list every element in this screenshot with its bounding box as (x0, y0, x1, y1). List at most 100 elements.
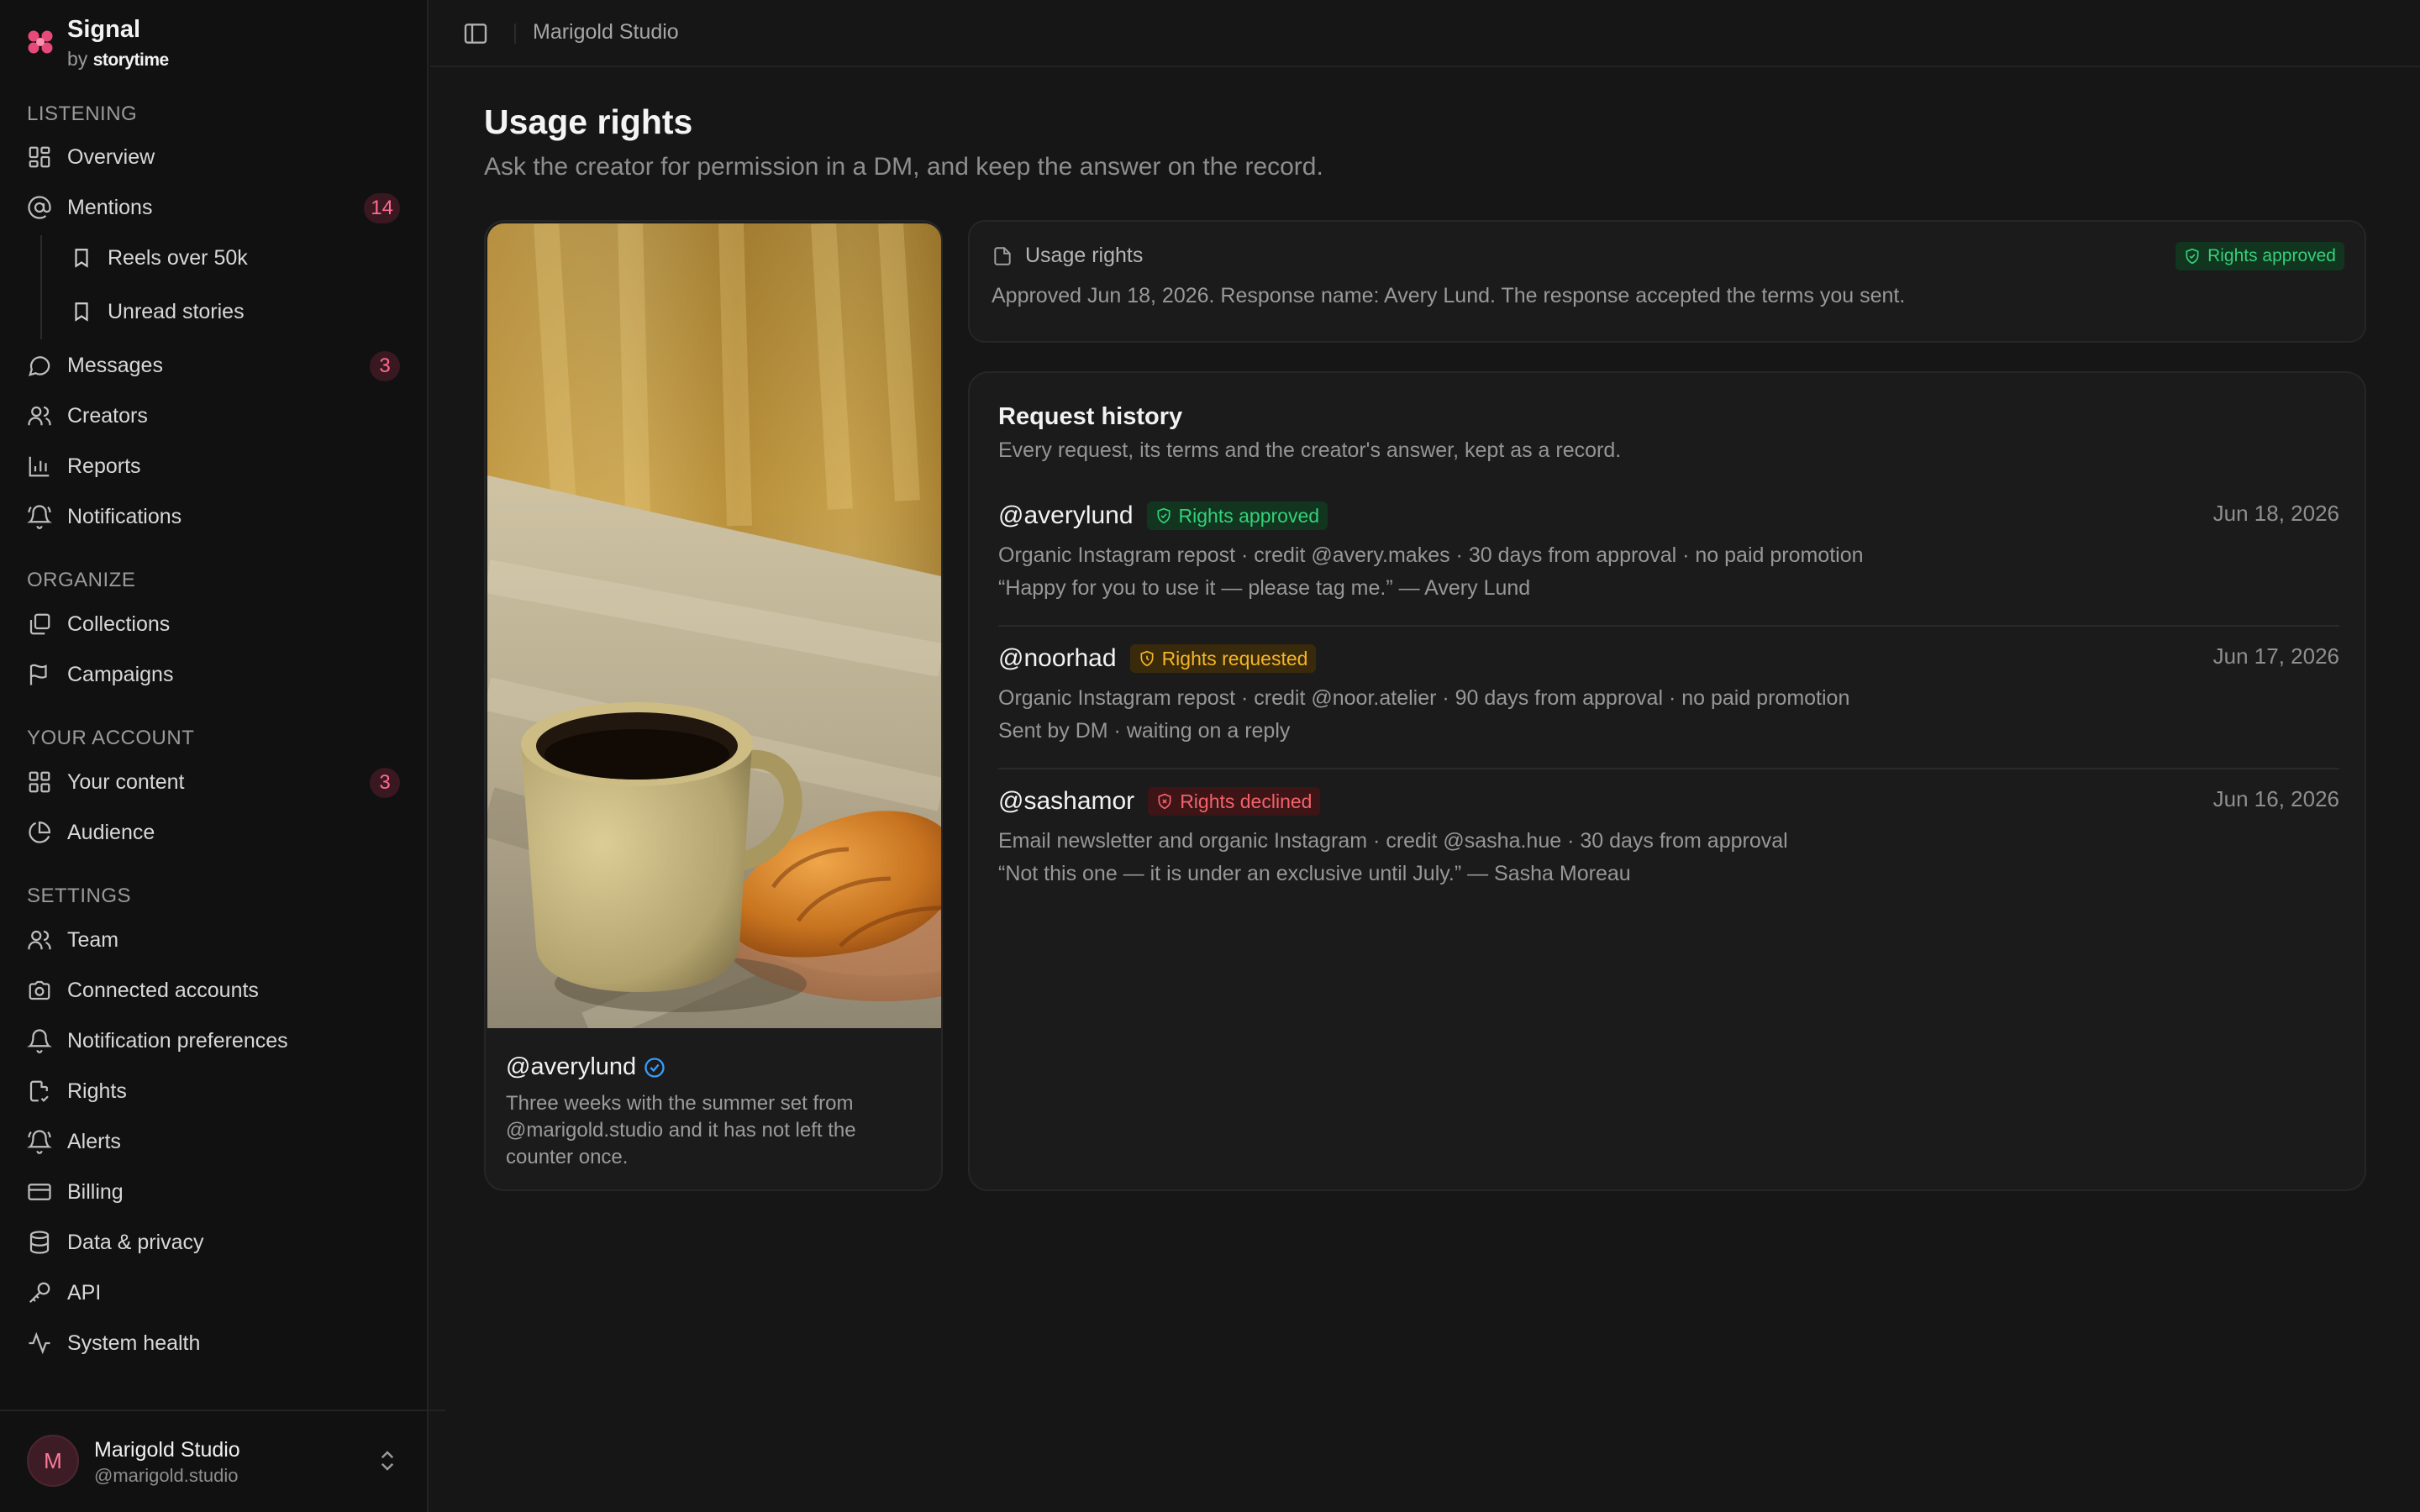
brand-title: Signal (67, 16, 141, 43)
request-terms: Email newsletter and organic Instagram ·… (998, 829, 1788, 853)
sidebar-item-api[interactable]: API (10, 1270, 413, 1315)
file-check-icon (29, 1080, 49, 1102)
rights-approved-badge: Rights approved (1146, 501, 1328, 530)
sidebar-toggle-icon[interactable] (462, 20, 489, 47)
rights-approved-badge: Rights approved (2175, 242, 2344, 270)
messages-count-badge: 3 (370, 351, 400, 381)
sidebar-item-label: Data & privacy (67, 1230, 204, 1254)
bookmark-icon (75, 249, 88, 268)
shield-check-icon (1157, 507, 1171, 524)
sidebar-item-campaigns[interactable]: Campaigns (10, 652, 413, 697)
section-label-listening: LISTENING (27, 102, 138, 125)
request-terms: Organic Instagram repost · credit @avery… (998, 543, 1864, 567)
sidebar-item-label: Reels over 50k (108, 245, 248, 270)
badge-label: Rights approved (1178, 504, 1320, 527)
usage-rights-card: Usage rights Rights approved Approved Ju… (968, 220, 2366, 343)
at-sign-icon (28, 196, 51, 219)
sidebar-item-label: Notification preferences (67, 1028, 288, 1053)
sidebar-item-reels-over-50k[interactable]: Reels over 50k (10, 235, 413, 281)
sidebar-item-label: Billing (67, 1179, 124, 1204)
sidebar-item-label: Messages (67, 353, 163, 377)
sidebar-item-mentions[interactable]: Mentions 14 (10, 185, 413, 230)
request-date: Jun 17, 2026 (2212, 643, 2339, 669)
bell-icon (27, 1029, 52, 1053)
credit-card-icon (28, 1184, 51, 1200)
chevrons-up-down-icon (381, 1451, 394, 1471)
usage-rights-summary: Approved Jun 18, 2026. Response name: Av… (992, 284, 1906, 307)
sidebar-item-label: Overview (67, 144, 155, 169)
pie-chart-icon (29, 821, 51, 843)
sidebar-item-label: Creators (67, 403, 148, 428)
request-handle: @averylund (998, 501, 1134, 529)
avatar: M (27, 1435, 79, 1487)
post-author[interactable]: @averylund (506, 1053, 666, 1081)
bar-chart-icon (29, 456, 50, 477)
sidebar-item-label: Connected accounts (67, 978, 259, 1002)
divider (998, 625, 2339, 627)
section-label-organize: ORGANIZE (27, 569, 136, 591)
sidebar-item-your-content[interactable]: Your content 3 (10, 759, 413, 805)
sidebar-item-label: Reports (67, 454, 141, 478)
usage-rights-header: Usage rights (992, 244, 1143, 268)
shield-clock-icon (1140, 650, 1154, 667)
post-image (487, 223, 941, 1028)
sidebar-item-unread-stories[interactable]: Unread stories (10, 289, 413, 334)
your-content-count-badge: 3 (370, 768, 400, 798)
sidebar-item-billing[interactable]: Billing (10, 1169, 413, 1215)
sidebar-item-label: System health (67, 1331, 201, 1355)
grid-icon (29, 771, 50, 793)
sidebar-item-collections[interactable]: Collections (10, 601, 413, 647)
request-date: Jun 18, 2026 (2212, 501, 2339, 526)
section-label-your-account: YOUR ACCOUNT (27, 727, 195, 749)
brand[interactable]: Signal by storytime (27, 15, 169, 74)
request-handle: @noorhad (998, 644, 1117, 672)
request-history-title: Request history (998, 403, 1183, 430)
breadcrumb[interactable]: Marigold Studio (533, 20, 679, 45)
badge-label: Rights approved (2207, 246, 2336, 265)
sidebar-item-label: Unread stories (108, 299, 245, 323)
sidebar-item-label: Alerts (67, 1129, 121, 1153)
sidebar-item-notification-preferences[interactable]: Notification preferences (10, 1018, 413, 1063)
request-row[interactable]: @sashamor Rights declined Jun 16, 2026 E… (998, 785, 2339, 890)
sidebar-item-label: Team (67, 927, 119, 952)
camera-icon (29, 980, 50, 1000)
usage-rights-title: Usage rights (1025, 244, 1144, 267)
sidebar-item-creators[interactable]: Creators (10, 393, 413, 438)
sidebar-item-alerts[interactable]: Alerts (10, 1119, 413, 1164)
request-handle: @sashamor (998, 787, 1135, 815)
request-row[interactable]: @noorhad Rights requested Jun 17, 2026 O… (998, 642, 2339, 748)
key-icon (29, 1282, 50, 1304)
verified-badge-icon (644, 1057, 665, 1078)
sidebar-item-data-privacy[interactable]: Data & privacy (10, 1220, 413, 1265)
shield-x-icon (1158, 793, 1171, 810)
bell-ring-icon (27, 1130, 52, 1154)
breadcrumb-separator (514, 24, 516, 44)
sidebar-item-connected-accounts[interactable]: Connected accounts (10, 968, 413, 1013)
badge-label: Rights declined (1180, 790, 1313, 812)
bell-ring-icon (27, 505, 52, 529)
sidebar-item-label: Mentions (67, 195, 153, 219)
account-name: Marigold Studio (94, 1438, 240, 1462)
sidebar-item-audience[interactable]: Audience (10, 810, 413, 855)
badge-label: Rights requested (1161, 647, 1308, 669)
sidebar-item-rights[interactable]: Rights (10, 1068, 413, 1114)
sidebar-item-team[interactable]: Team (10, 917, 413, 963)
post-card[interactable]: @averylund Three weeks with the summer s… (484, 220, 943, 1191)
sidebar-item-label: Audience (67, 820, 155, 844)
request-history-card: Request history Every request, its terms… (968, 371, 2366, 1191)
sidebar-item-system-health[interactable]: System health (10, 1320, 413, 1366)
sidebar-item-label: Notifications (67, 504, 182, 528)
request-row[interactable]: @averylund Rights approved Jun 18, 2026 … (998, 499, 2339, 605)
collections-icon (29, 613, 50, 635)
sidebar-item-label: Campaigns (67, 662, 174, 686)
database-icon (29, 1231, 50, 1254)
sidebar-item-reports[interactable]: Reports (10, 444, 413, 489)
sidebar-item-messages[interactable]: Messages 3 (10, 343, 413, 388)
account-switcher[interactable]: M Marigold Studio @marigold.studio (0, 1410, 445, 1512)
divider (998, 768, 2339, 769)
brand-by: by (67, 48, 88, 70)
sidebar-item-notifications[interactable]: Notifications (10, 494, 413, 539)
sidebar-item-overview[interactable]: Overview (10, 134, 413, 180)
brand-subtitle: by storytime (67, 45, 169, 74)
page-title: Usage rights (484, 102, 693, 141)
